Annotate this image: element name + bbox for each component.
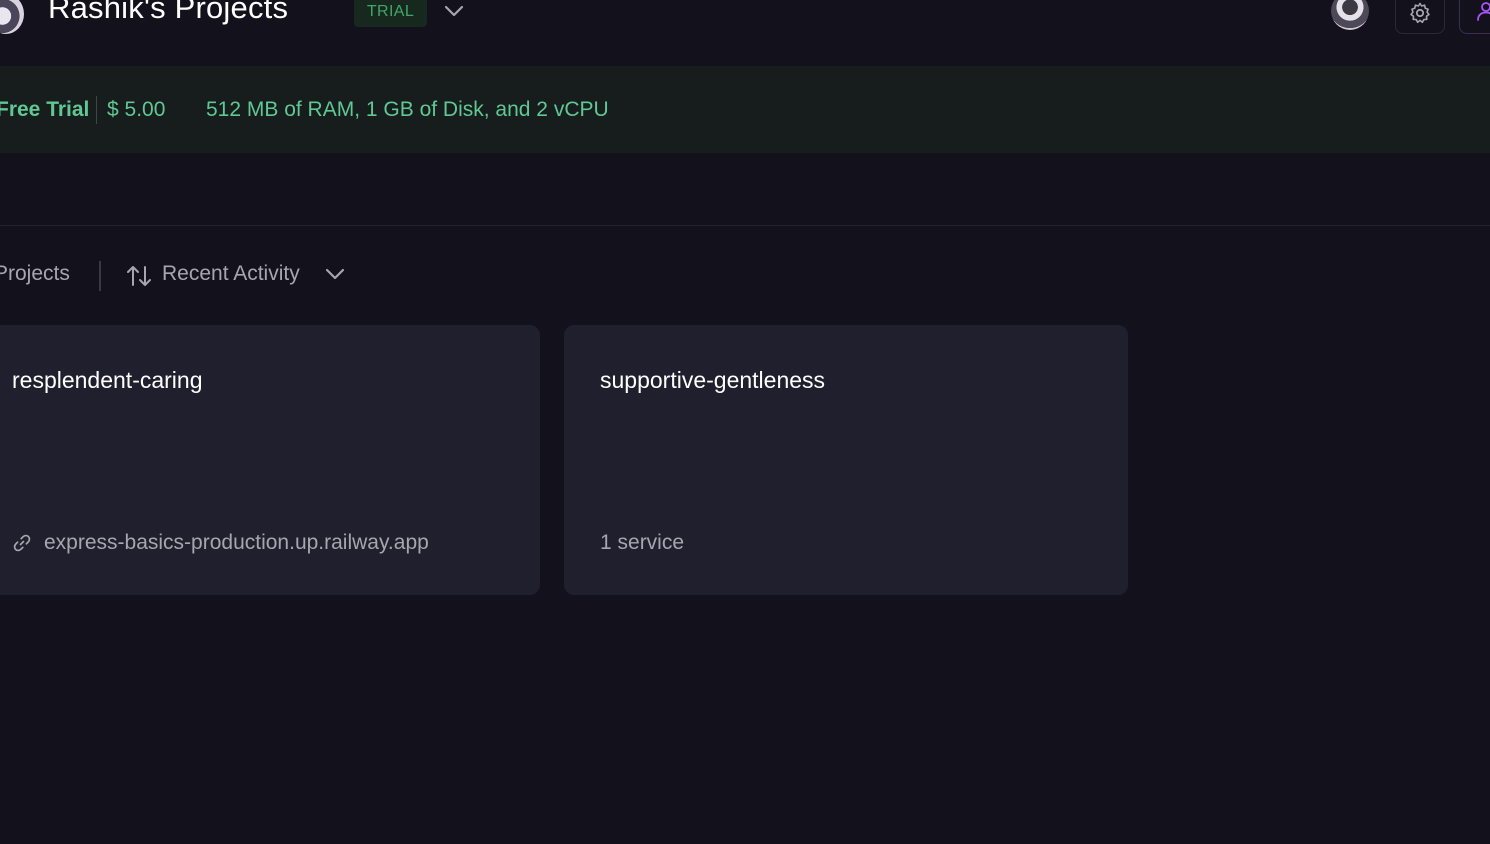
plan-name: Free Trial	[0, 97, 90, 121]
project-name: supportive-gentleness	[600, 367, 826, 393]
project-url[interactable]: express-basics-production.up.railway.app	[44, 531, 429, 555]
account-button[interactable]	[1459, 0, 1490, 34]
plan-resources: 512 MB of RAM, 1 GB of Disk, and 2 vCPU	[206, 97, 609, 121]
workspace-dropdown-button[interactable]	[443, 0, 465, 22]
page-title: Rashik's Projects	[48, 0, 289, 25]
gear-icon	[1410, 2, 1430, 24]
person-icon	[1477, 2, 1490, 21]
banner-divider	[96, 96, 97, 124]
project-footer: express-basics-production.up.railway.app	[12, 531, 429, 555]
chevron-down-icon	[444, 5, 464, 17]
section-divider	[0, 225, 1490, 226]
workspace-avatar[interactable]	[0, 0, 24, 34]
projects-filter[interactable]: Projects	[0, 262, 70, 286]
top-header: Rashik's Projects TRIAL	[0, 0, 1490, 60]
sort-arrows-icon	[127, 266, 151, 286]
chevron-down-icon	[325, 268, 345, 280]
settings-button[interactable]	[1395, 0, 1445, 34]
sort-label: Recent Activity	[162, 262, 300, 285]
trial-badge: TRIAL	[354, 0, 427, 27]
trial-banner: Free Trial $ 5.00 512 MB of RAM, 1 GB of…	[0, 66, 1490, 153]
project-card[interactable]: resplendent-caring express-basics-produc…	[0, 325, 540, 595]
project-card[interactable]: supportive-gentleness 1 service	[564, 325, 1128, 595]
filter-divider	[99, 261, 101, 291]
user-avatar[interactable]	[1331, 0, 1369, 30]
sort-dropdown[interactable]: Recent Activity	[124, 258, 354, 294]
link-icon	[12, 533, 32, 553]
project-service-count: 1 service	[600, 531, 685, 554]
project-name: resplendent-caring	[12, 367, 203, 393]
projects-dashboard: Rashik's Projects TRIAL Free Trial $ 5.0…	[0, 0, 1490, 844]
plan-price: $ 5.00	[107, 97, 166, 121]
